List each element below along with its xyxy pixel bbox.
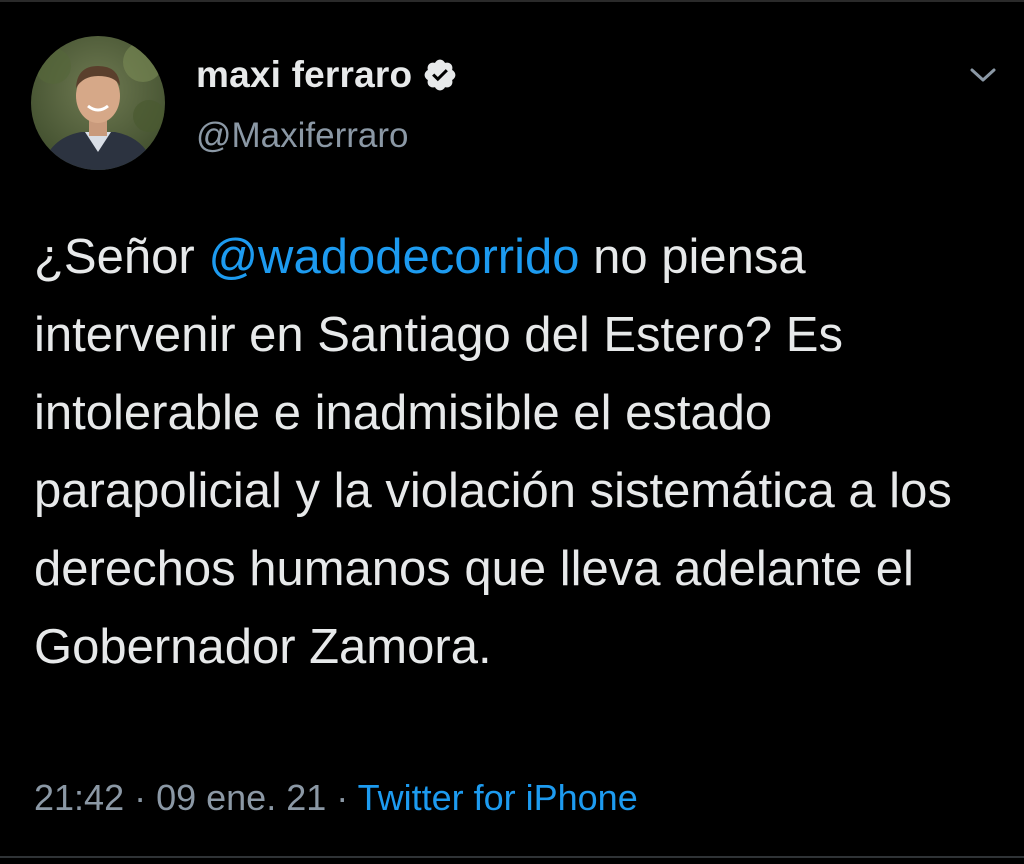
- tweet-time[interactable]: 21:42: [34, 777, 124, 818]
- author-display-name[interactable]: maxi ferraro: [196, 54, 412, 96]
- tweet-date[interactable]: 09 ene. 21: [156, 777, 326, 818]
- tweet-text: ¿Señor @wadodecorrido no piensa interven…: [34, 218, 994, 686]
- avatar-image: [31, 36, 165, 170]
- tweet-source-link[interactable]: Twitter for iPhone: [358, 777, 638, 818]
- tweet-card: maxi ferraro @Maxiferraro ¿Señor @wadode…: [0, 0, 1024, 864]
- meta-separator-2: ·: [326, 777, 358, 818]
- author-handle[interactable]: @Maxiferraro: [196, 116, 409, 156]
- meta-separator: ·: [124, 777, 157, 818]
- tweet-text-prefix: ¿Señor: [34, 230, 209, 284]
- author-name-row: maxi ferraro: [196, 52, 458, 98]
- tweet-meta: 21:42 · 09 ene. 21 · Twitter for iPhone: [34, 774, 638, 822]
- verified-badge-icon: [422, 57, 458, 93]
- bottom-divider: [0, 856, 1024, 858]
- tweet-text-suffix: no piensa intervenir en Santiago del Est…: [34, 230, 966, 674]
- chevron-down-icon[interactable]: [966, 60, 1000, 90]
- mention-link[interactable]: @wadodecorrido: [208, 230, 579, 284]
- avatar[interactable]: [31, 36, 165, 170]
